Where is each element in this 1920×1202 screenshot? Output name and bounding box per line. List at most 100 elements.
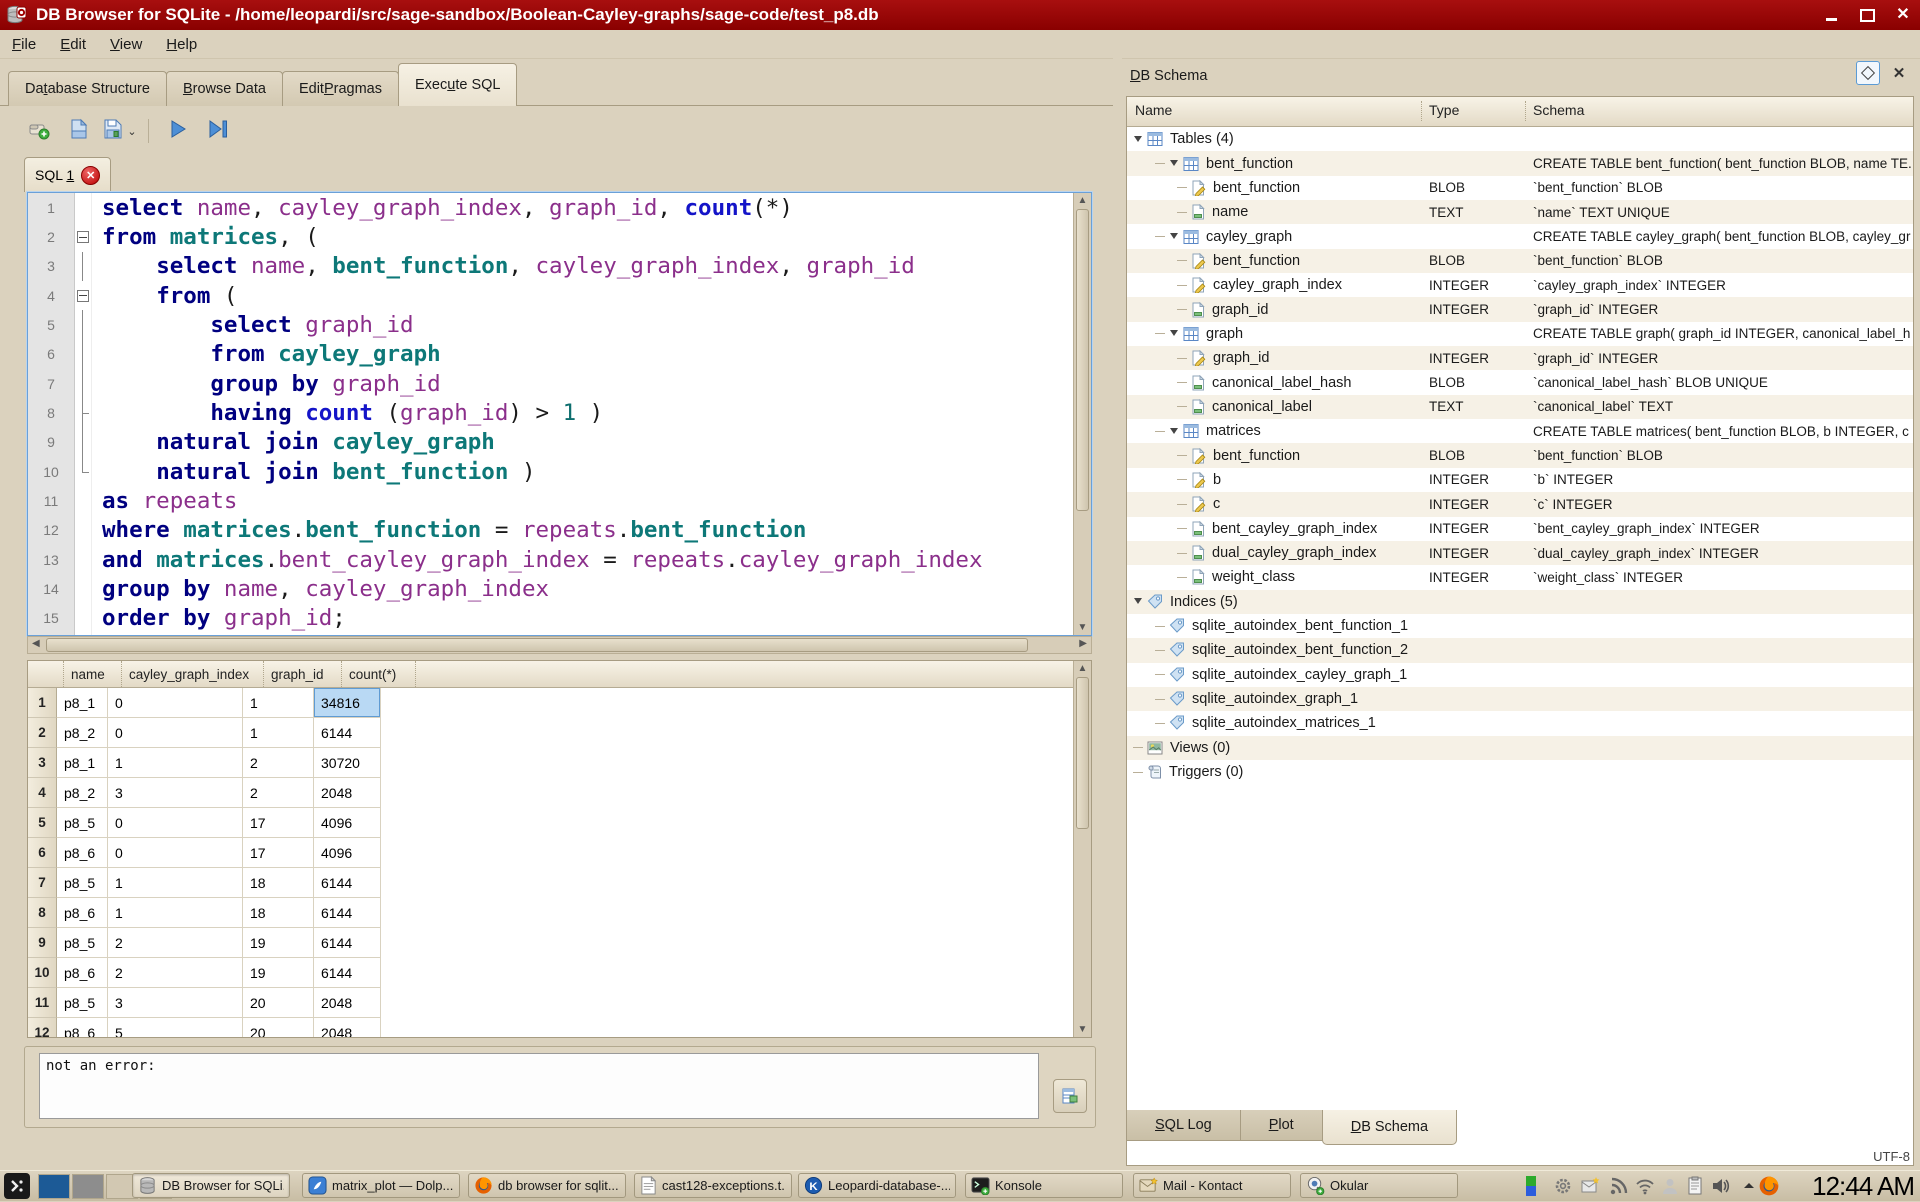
schema-tree-item-sqlite-autoindex-cayley-graph-1[interactable]: sqlite_autoindex_cayley_graph_1	[1127, 663, 1913, 687]
table-cell[interactable]: 4096	[314, 838, 381, 868]
taskbar-item-mail-kontact[interactable]: Mail - Kontact	[1133, 1173, 1291, 1198]
firefox-tray-icon[interactable]	[1758, 1175, 1780, 1197]
schema-tree-item-sqlite-autoindex-bent-function-1[interactable]: sqlite_autoindex_bent_function_1	[1127, 614, 1913, 638]
table-cell[interactable]: 19	[243, 958, 314, 988]
row-number[interactable]: 4	[28, 778, 57, 808]
fold-marker[interactable]	[75, 369, 91, 398]
schema-tree-item-sqlite-autoindex-matrices-1[interactable]: sqlite_autoindex_matrices_1	[1127, 711, 1913, 735]
fold-marker[interactable]	[75, 398, 91, 427]
table-cell[interactable]: 0	[108, 688, 243, 718]
menu-edit[interactable]: Edit	[48, 33, 98, 56]
row-number[interactable]: 10	[28, 958, 57, 988]
row-number[interactable]: 7	[28, 868, 57, 898]
dock-tab-sql-log[interactable]: SQL Log	[1126, 1110, 1241, 1141]
column-header-name[interactable]: name	[64, 661, 122, 687]
table-cell[interactable]: p8_5	[57, 988, 108, 1018]
row-number[interactable]: 3	[28, 748, 57, 778]
execute-line-button[interactable]	[203, 116, 233, 146]
table-cell[interactable]: 17	[243, 838, 314, 868]
execution-message[interactable]: not an error:	[39, 1053, 1039, 1119]
pager-desktop-1[interactable]	[38, 1174, 70, 1199]
table-cell[interactable]: 0	[108, 718, 243, 748]
schema-tree-item-views-0[interactable]: Views (0)	[1127, 736, 1913, 760]
menu-file[interactable]: File	[0, 33, 48, 56]
schema-column-header-schema[interactable]: Schema	[1533, 102, 1584, 118]
fold-marker[interactable]	[75, 222, 91, 251]
keyboard-indicator-icon[interactable]	[1520, 1175, 1542, 1197]
taskbar-item-leopardi-database[interactable]: KLeopardi-database-...	[798, 1173, 956, 1198]
schema-tree-item-dual-cayley-graph-index[interactable]: dual_cayley_graph_indexINTEGER`dual_cayl…	[1127, 541, 1913, 565]
row-number[interactable]: 2	[28, 718, 57, 748]
column-header-graph-id[interactable]: graph_id	[264, 661, 342, 687]
table-cell[interactable]: 34816	[314, 688, 381, 718]
fold-marker[interactable]	[75, 252, 91, 281]
fold-marker[interactable]	[75, 428, 91, 457]
export-results-button[interactable]	[1053, 1079, 1087, 1113]
mail-notification-icon[interactable]	[1580, 1175, 1602, 1197]
table-cell[interactable]: 6144	[314, 718, 381, 748]
menu-help[interactable]: Help	[154, 33, 209, 56]
table-cell[interactable]: p8_2	[57, 718, 108, 748]
schema-tree-item-bent-function[interactable]: bent_functionCREATE TABLE bent_function(…	[1127, 151, 1913, 175]
taskbar-item-db-browser-for-sqlit[interactable]: db browser for sqlit...	[468, 1173, 626, 1198]
table-cell[interactable]: p8_6	[57, 958, 108, 988]
table-cell[interactable]: 17	[243, 808, 314, 838]
schema-tree-item-canonical-label-hash[interactable]: canonical_label_hashBLOB`canonical_label…	[1127, 370, 1913, 394]
dock-tab-db-schema[interactable]: DB Schema	[1322, 1110, 1457, 1145]
table-cell[interactable]: 20	[243, 988, 314, 1018]
table-cell[interactable]: 20	[243, 1018, 314, 1038]
table-cell[interactable]: 1	[243, 688, 314, 718]
row-number[interactable]: 6	[28, 838, 57, 868]
table-cell[interactable]: 19	[243, 928, 314, 958]
pane-splitter[interactable]	[1113, 58, 1122, 1146]
gear-icon[interactable]	[1552, 1175, 1574, 1197]
chevron-down-icon[interactable]	[1133, 135, 1142, 144]
editor-vertical-scrollbar[interactable]: ▲ ▼	[1073, 193, 1091, 635]
table-cell[interactable]: p8_5	[57, 808, 108, 838]
app-launcher-icon[interactable]	[4, 1173, 30, 1199]
schema-column-header-type[interactable]: Type	[1429, 102, 1459, 118]
table-cell[interactable]: p8_6	[57, 898, 108, 928]
fold-marker[interactable]	[75, 310, 91, 339]
fold-marker[interactable]	[75, 281, 91, 310]
schema-tree-item-matrices[interactable]: matricesCREATE TABLE matrices( bent_func…	[1127, 419, 1913, 443]
fold-marker[interactable]	[75, 457, 91, 486]
schema-tree-item-graph[interactable]: graphCREATE TABLE graph( graph_id INTEGE…	[1127, 322, 1913, 346]
sql-editor[interactable]: 123456789101112131415 select name, cayle…	[27, 192, 1092, 636]
panel-up-arrow-icon[interactable]	[1738, 1175, 1760, 1197]
row-number-header[interactable]	[28, 661, 64, 687]
table-cell[interactable]: 18	[243, 868, 314, 898]
schema-tree-item-bent-function[interactable]: bent_functionBLOB`bent_function` BLOB	[1127, 176, 1913, 200]
pager-desktop-2[interactable]	[72, 1174, 104, 1199]
schema-tree-item-canonical-label[interactable]: canonical_labelTEXT`canonical_label` TEX…	[1127, 395, 1913, 419]
schema-tree-item-name[interactable]: nameTEXT`name` TEXT UNIQUE	[1127, 200, 1913, 224]
chevron-down-icon[interactable]	[1169, 427, 1178, 436]
tab-close-icon[interactable]: ✕	[81, 166, 100, 185]
table-cell[interactable]: p8_5	[57, 928, 108, 958]
menu-view[interactable]: View	[98, 33, 154, 56]
volume-icon[interactable]	[1710, 1175, 1732, 1197]
taskbar-item-matrix-plot-dolp[interactable]: matrix_plot — Dolp...	[302, 1173, 460, 1198]
dock-tab-plot[interactable]: Plot	[1240, 1110, 1323, 1141]
table-cell[interactable]: 6144	[314, 898, 381, 928]
schema-tree-item-tables-4[interactable]: Tables (4)	[1127, 127, 1913, 151]
results-vertical-scrollbar[interactable]: ▲ ▼	[1073, 661, 1091, 1037]
row-number[interactable]: 5	[28, 808, 57, 838]
open-file-button[interactable]	[64, 116, 94, 146]
schema-tree-header[interactable]: Name Type Schema	[1127, 97, 1913, 127]
schema-column-header-name[interactable]: Name	[1135, 102, 1172, 118]
chevron-down-icon[interactable]	[1169, 232, 1178, 241]
table-cell[interactable]: 3	[108, 988, 243, 1018]
schema-tree-item-cayley-graph[interactable]: cayley_graphCREATE TABLE cayley_graph( b…	[1127, 224, 1913, 248]
row-number[interactable]: 11	[28, 988, 57, 1018]
table-cell[interactable]: 2048	[314, 988, 381, 1018]
tab-browse-data[interactable]: Browse Data	[166, 71, 283, 106]
schema-tree-item-bent-function[interactable]: bent_functionBLOB`bent_function` BLOB	[1127, 443, 1913, 467]
fold-marker[interactable]	[75, 340, 91, 369]
execute-all-button[interactable]	[163, 116, 193, 146]
schema-tree-item-triggers-0[interactable]: Triggers (0)	[1127, 760, 1913, 784]
row-number[interactable]: 8	[28, 898, 57, 928]
taskbar-item-konsole[interactable]: Konsole	[965, 1173, 1123, 1198]
tab-edit-pragmas[interactable]: Edit Pragmas	[282, 71, 399, 106]
table-cell[interactable]: p8_6	[57, 1018, 108, 1038]
